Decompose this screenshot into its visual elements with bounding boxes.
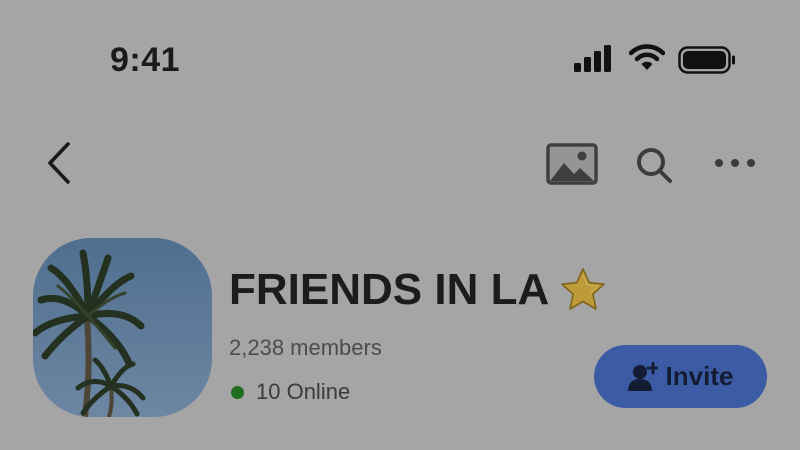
- gallery-icon[interactable]: [546, 143, 598, 185]
- online-count: 10 Online: [256, 379, 351, 404]
- online-status: 10 Online: [229, 378, 350, 406]
- invite-button[interactable]: Invite: [594, 345, 767, 408]
- status-time: 9:41: [110, 41, 181, 79]
- star-emoji: [561, 268, 606, 310]
- member-count: 2,238 members: [229, 335, 382, 360]
- group-avatar[interactable]: [33, 238, 212, 417]
- palm-trees-photo: [33, 238, 212, 417]
- back-chevron-icon[interactable]: [42, 140, 76, 186]
- more-options-icon[interactable]: [713, 152, 757, 174]
- group-name: FRIENDS IN LA: [229, 265, 550, 314]
- add-person-icon: [627, 361, 658, 391]
- invite-button-label: Invite: [665, 361, 734, 391]
- battery-icon: [678, 46, 735, 74]
- cellular-signal-icon: [574, 45, 611, 72]
- group-title: FRIENDS IN LA: [229, 262, 607, 318]
- search-icon[interactable]: [634, 145, 674, 185]
- wifi-icon: [629, 44, 665, 70]
- online-indicator-dot: [231, 385, 244, 399]
